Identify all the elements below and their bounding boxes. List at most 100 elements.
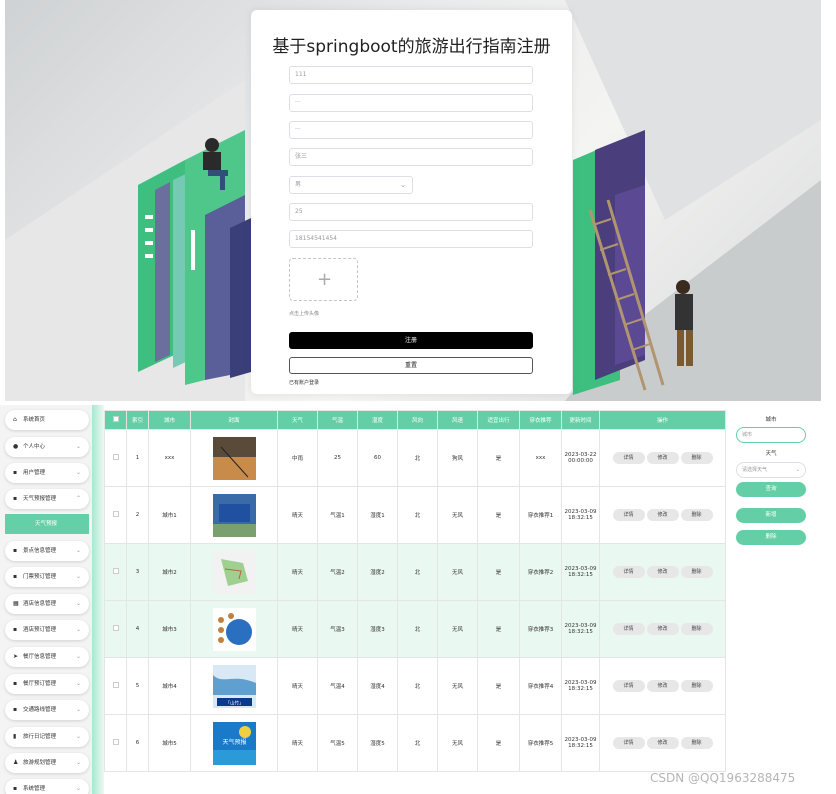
city-label: 城市 <box>765 417 777 423</box>
detail-button[interactable]: 详情 <box>612 509 645 521</box>
sidebar-item-transport[interactable]: ▪ 交通路线管理 ⌄ <box>5 700 89 720</box>
add-button[interactable]: 新增 <box>736 508 806 523</box>
delete-button[interactable]: 删除 <box>680 737 713 749</box>
row-checkbox[interactable] <box>112 682 119 688</box>
sidebar-item-tickets[interactable]: ▪ 门票预订管理 ⌄ <box>5 567 89 587</box>
search-button[interactable]: 查询 <box>736 482 806 497</box>
detail-button[interactable]: 详情 <box>612 623 645 635</box>
sidebar-item-hotels[interactable]: ▦ 酒店信息管理 ⌄ <box>5 594 89 614</box>
chevron-up-icon: ⌃ <box>75 495 81 502</box>
sidebar-subitem-weather[interactable]: 天气预报 <box>5 514 89 534</box>
cell-wind-speed: 狗风 <box>437 429 478 487</box>
sidebar-item-users[interactable]: ▪ 用户管理 ⌄ <box>5 463 89 483</box>
detail-button[interactable]: 详情 <box>612 452 645 464</box>
select-all-header[interactable] <box>104 410 127 430</box>
cell-index: 5 <box>126 657 149 715</box>
grid-icon: ▪ <box>13 680 18 687</box>
name-field[interactable]: 张三 <box>289 148 533 166</box>
sidebar-item-system[interactable]: ▪ 系统管理 ⌄ <box>5 779 89 794</box>
header-temp: 气温 <box>317 410 358 430</box>
header-index: 索引 <box>126 410 149 430</box>
home-icon: ⌂ <box>13 416 17 423</box>
weather-label: 天气 <box>765 451 777 457</box>
sidebar-item-restaurant-booking[interactable]: ▪ 餐厅预订管理 ⌄ <box>5 674 89 694</box>
edit-button[interactable]: 修改 <box>646 566 679 578</box>
edit-button[interactable]: 修改 <box>646 680 679 692</box>
delete-button[interactable]: 删除 <box>680 509 713 521</box>
avatar-upload[interactable]: + <box>289 258 358 301</box>
delete-button[interactable]: 删除 <box>680 452 713 464</box>
cell-cover <box>190 543 278 601</box>
city-search-input[interactable]: 城市 <box>736 427 806 443</box>
chevron-down-icon: ⌄ <box>75 469 81 476</box>
confirm-password-field[interactable]: ··· <box>289 121 533 139</box>
delete-button[interactable]: 删除 <box>680 566 713 578</box>
building-icon: ▦ <box>13 600 19 607</box>
grid-icon: ▪ <box>13 469 18 476</box>
header-actions: 操作 <box>599 410 726 430</box>
detail-button[interactable]: 详情 <box>612 566 645 578</box>
edit-button[interactable]: 修改 <box>646 623 679 635</box>
delete-button[interactable]: 删除 <box>680 623 713 635</box>
sidebar-item-hotel-booking[interactable]: ▪ 酒店预订管理 ⌄ <box>5 620 89 640</box>
gender-select[interactable]: 男 ⌄ <box>289 176 413 194</box>
chevron-down-icon: ⌄ <box>75 626 81 633</box>
edit-button[interactable]: 修改 <box>646 509 679 521</box>
cover-caption: 「山竹」 <box>225 699 243 706</box>
reset-button[interactable]: 重置 <box>289 357 533 374</box>
book-icon: ▮ <box>13 733 17 740</box>
cell-clothing: 穿衣推荐2 <box>519 543 562 601</box>
header-clothing: 穿衣推荐 <box>519 410 562 430</box>
sidebar-item-home[interactable]: ⌂ 系统首页 <box>5 410 89 430</box>
sidebar-item-attractions[interactable]: ▪ 景点信息管理 ⌄ <box>5 541 89 561</box>
cell-cover <box>190 486 278 544</box>
cell-actions: 详情 修改 删除 <box>599 600 726 658</box>
select-all-checkbox[interactable] <box>112 416 119 422</box>
age-field[interactable]: 25 <box>289 203 533 221</box>
edit-button[interactable]: 修改 <box>646 452 679 464</box>
cell-index: 3 <box>126 543 149 601</box>
cell-time: 2023-03-22 00:00:00 <box>561 429 600 487</box>
register-card: 基于springboot的旅游出行指南注册 111 ··· ··· 张三 男 ⌄… <box>251 10 572 394</box>
sidebar-item-diary[interactable]: ▮ 旅行日记管理 ⌄ <box>5 727 89 747</box>
sidebar-decoration <box>92 405 104 794</box>
cell-suitable: 是 <box>477 486 520 544</box>
chevron-down-icon: ⌄ <box>75 759 81 766</box>
delete-selected-button[interactable]: 删除 <box>736 530 806 545</box>
cell-clothing: xxx <box>519 429 562 487</box>
detail-button[interactable]: 详情 <box>612 680 645 692</box>
grid-icon: ▪ <box>13 495 18 502</box>
register-button[interactable]: 注册 <box>289 332 533 349</box>
password-field[interactable]: ··· <box>289 94 533 112</box>
sidebar-item-personal[interactable]: ● 个人中心 ⌄ <box>5 437 89 457</box>
delete-button[interactable]: 删除 <box>680 680 713 692</box>
cell-wind-speed: 无风 <box>437 657 478 715</box>
phone-field[interactable]: 18154541454 <box>289 230 533 248</box>
sidebar-item-restaurants[interactable]: ➤ 餐厅信息管理 ⌄ <box>5 647 89 667</box>
sidebar-item-planning[interactable]: ♟ 旅游规划管理 ⌄ <box>5 753 89 773</box>
weather-select[interactable]: 请选择天气 ⌄ <box>736 462 806 478</box>
cover-image: 「山竹」 <box>212 664 256 708</box>
cover-image <box>212 607 256 651</box>
cell-time: 2023-03-09 18:32:15 <box>561 486 600 544</box>
filter-panel: 城市 城市 天气 请选择天气 ⌄ 查询 新增 删除 <box>731 405 817 794</box>
cell-city: 城市1 <box>148 486 191 544</box>
row-checkbox[interactable] <box>112 454 119 460</box>
cell-wind-speed: 无风 <box>437 714 478 772</box>
header-cover: 封面 <box>190 410 278 430</box>
header-humidity: 湿度 <box>357 410 398 430</box>
detail-button[interactable]: 详情 <box>612 737 645 749</box>
edit-button[interactable]: 修改 <box>646 737 679 749</box>
row-checkbox[interactable] <box>112 739 119 745</box>
row-checkbox[interactable] <box>112 511 119 517</box>
username-field[interactable]: 111 <box>289 66 533 84</box>
table-row: 1 xxx 中雨 25 60 北 狗风 是 xxx 2023-03-22 00:… <box>104 429 726 487</box>
cell-suitable: 是 <box>477 600 520 658</box>
admin-panel: ⌂ 系统首页 ● 个人中心 ⌄ ▪ 用户管理 ⌄ ▪ 天气预报管理 ⌃ 天气预报 ▪ 景点信息管… <box>0 405 836 794</box>
cell-weather: 晴天 <box>277 714 318 772</box>
cell-time: 2023-03-09 18:32:15 <box>561 600 600 658</box>
sidebar-item-weather[interactable]: ▪ 天气预报管理 ⌃ <box>5 489 89 509</box>
login-link[interactable]: 已有账户登录 <box>289 379 319 386</box>
row-checkbox[interactable] <box>112 625 119 631</box>
row-checkbox[interactable] <box>112 568 119 574</box>
